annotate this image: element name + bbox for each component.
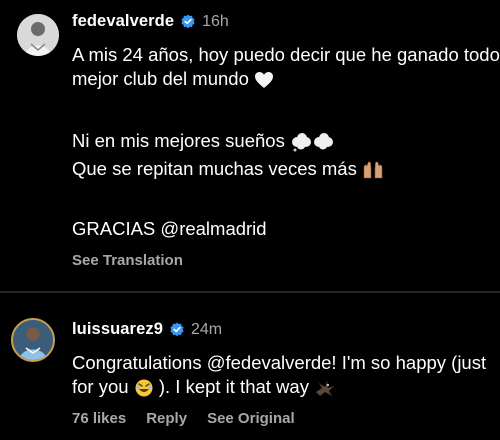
reply-button[interactable]: Reply [146, 410, 187, 427]
caption-text: Que se repitan muchas veces más [72, 158, 357, 179]
verified-badge-icon [181, 14, 195, 28]
caption-line: GRACIAS @realmadrid [72, 218, 267, 239]
post-header: fedevalverde 16h [72, 12, 229, 31]
avatar-photo [17, 14, 59, 56]
raised-hands-emoji-icon [363, 161, 383, 179]
thought-cloud-emoji-icon [291, 133, 333, 152]
eagle-emoji-icon [315, 381, 335, 397]
caption-line: mejor club del mundo [72, 67, 274, 91]
see-original-link[interactable]: See Original [207, 410, 295, 427]
white-heart-emoji-icon [255, 72, 274, 89]
caption-line: Ni en mis mejores sueños [72, 129, 334, 153]
avatar-photo [13, 320, 53, 360]
see-translation-link[interactable]: See Translation [72, 252, 183, 269]
timestamp: 24m [190, 320, 223, 338]
comment-header: luissuarez9 24m [72, 320, 222, 339]
avatar[interactable] [17, 14, 59, 56]
caption-post: fedevalverde 16h A mis 24 años, hoy pued… [0, 0, 500, 291]
username[interactable]: luissuarez9 [72, 320, 163, 339]
comment-text: ). I kept it that way [158, 376, 309, 397]
caption-text: mejor club del mundo [72, 68, 249, 89]
comment-actions: 76 likes Reply See Original [72, 410, 295, 427]
caption-line: Que se repitan muchas veces más [72, 157, 384, 181]
avatar[interactable] [11, 318, 55, 362]
comment-line: for you ). I kept it that way [72, 375, 336, 399]
username[interactable]: fedevalverde [72, 12, 174, 31]
caption-line: A mis 24 años, hoy puedo decir que he ga… [72, 44, 500, 65]
verified-badge-icon [170, 322, 184, 336]
timestamp: 16h [202, 12, 229, 30]
caption-text: Ni en mis mejores sueños [72, 130, 285, 151]
comment-line: Congratulations @fedevalverde! I'm so ha… [72, 352, 487, 373]
comment-text: for you [72, 376, 129, 397]
rolling-laughing-emoji-icon [135, 379, 153, 397]
likes-count[interactable]: 76 likes [72, 410, 126, 427]
